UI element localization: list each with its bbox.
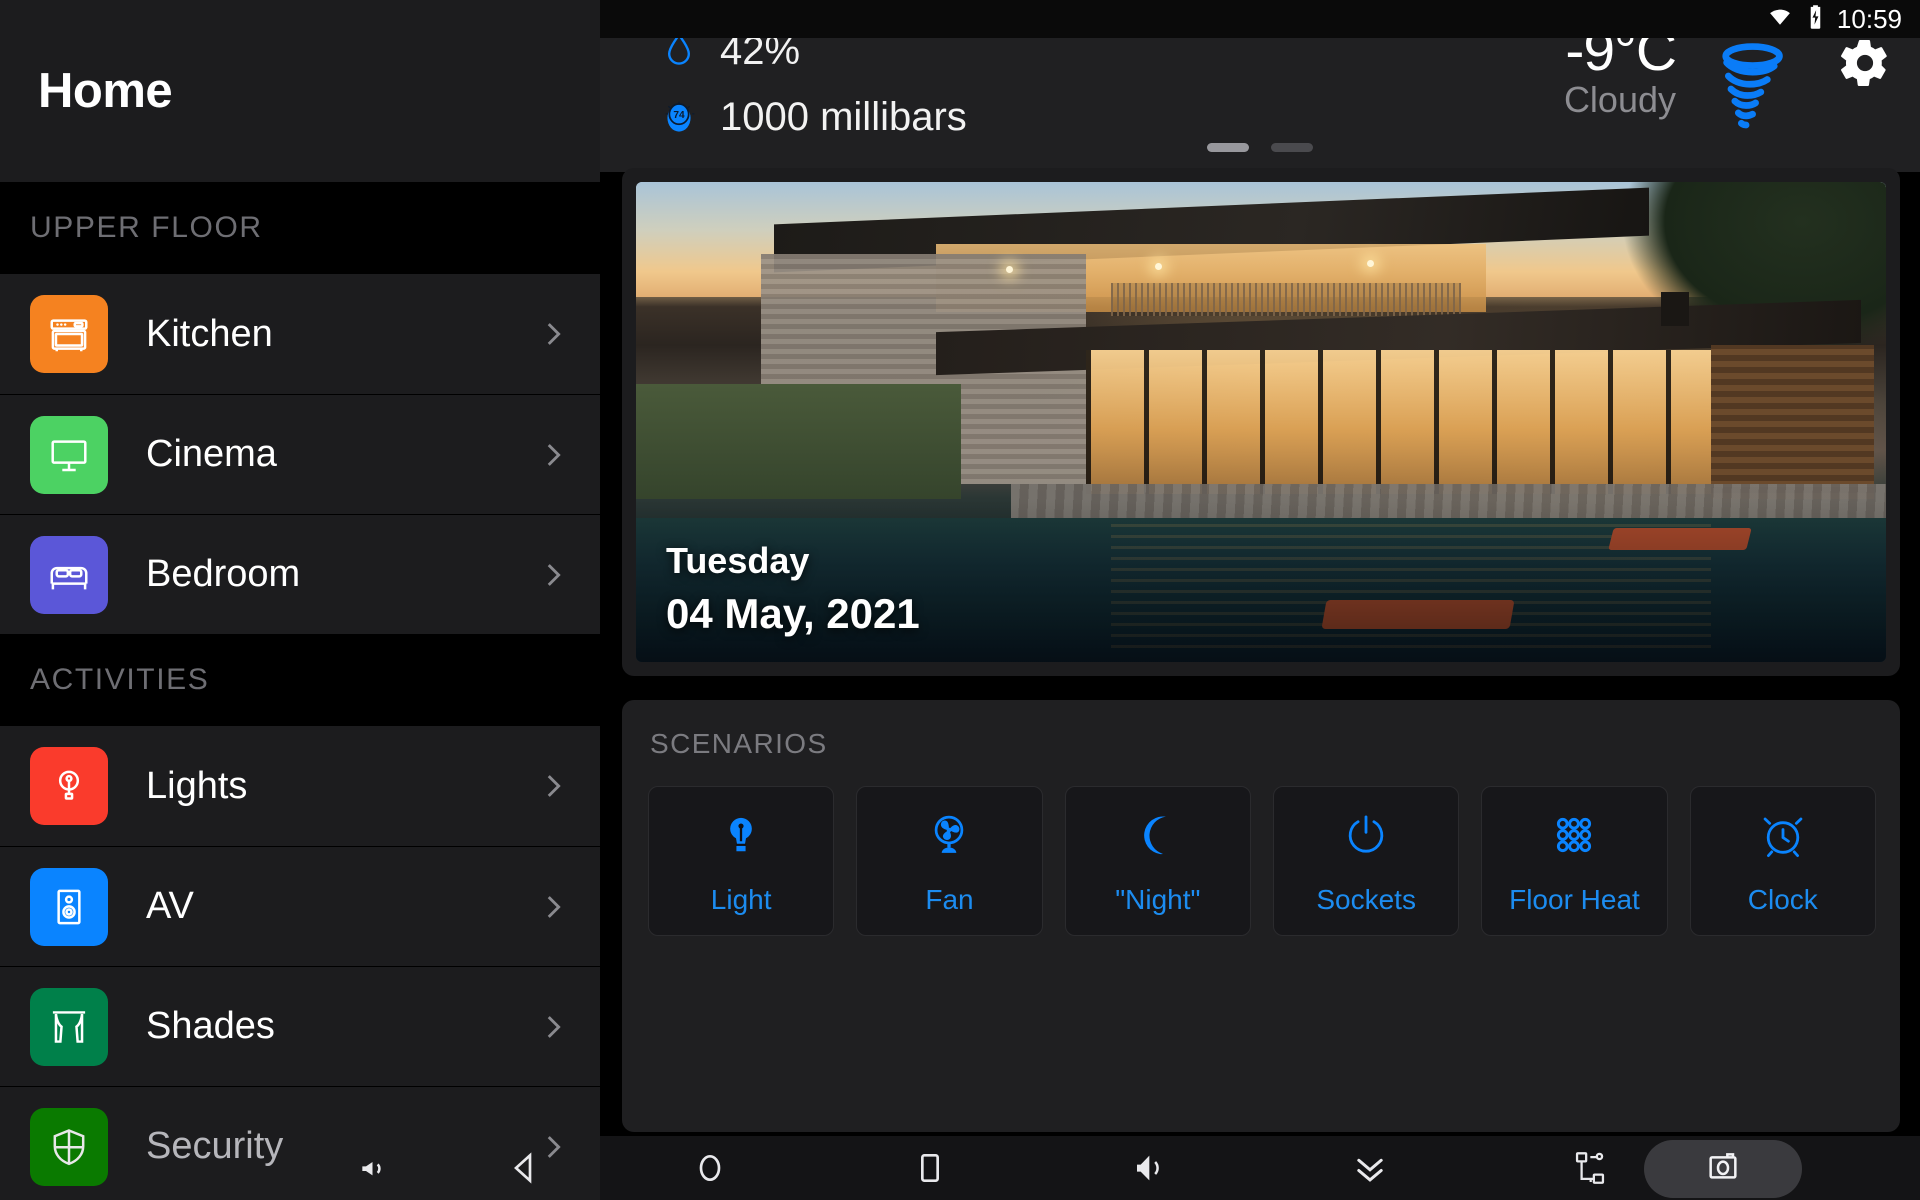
chevron-right-icon [536, 438, 570, 472]
battery-charging-icon [1807, 4, 1824, 35]
curtains-icon [30, 987, 108, 1066]
chevron-right-icon [536, 769, 570, 803]
status-bar-clock: 10:59 [1836, 3, 1902, 34]
back-button[interactable] [450, 1148, 600, 1188]
camera-icon [1701, 1147, 1745, 1192]
sidebar-item-cinema[interactable]: Cinema [0, 394, 600, 514]
bed-icon [30, 535, 108, 614]
tornado-icon [1690, 22, 1810, 138]
sidebar-item-label: Bedroom [146, 553, 301, 595]
alarm-clock-icon [1758, 806, 1808, 864]
home-circle-button[interactable] [600, 1136, 820, 1200]
speaker-icon [30, 867, 108, 946]
lightbulb-filled-icon [716, 806, 766, 864]
screenshot-button[interactable] [1644, 1140, 1802, 1198]
upper-balcony-rail [1111, 282, 1461, 317]
sidebar-item-label: Cinema [146, 433, 277, 475]
app-root: Home UPPER FLOOR Kitchen Cinema Bedroom … [0, 0, 1920, 1200]
sidebar-group-label-upper-floor: UPPER FLOOR [0, 182, 600, 274]
dot-grid-icon [1549, 806, 1599, 864]
crescent-moon-icon [1133, 806, 1183, 864]
pressure-value: 1000 millibars [720, 94, 967, 139]
volume-left-button[interactable] [300, 1148, 450, 1188]
ceiling-light [1154, 262, 1162, 270]
modern-house-pool-dusk-photo: Tuesday 04 May, 2021 [636, 182, 1886, 662]
ceiling-light [1367, 259, 1375, 267]
sidebar-header: Home [0, 0, 600, 182]
ceiling-light [1006, 266, 1013, 273]
scenario-label: "Night" [1115, 884, 1201, 915]
pressure-reading: 74 1000 millibars [660, 84, 1240, 150]
scenario-tile-light[interactable]: Light [648, 786, 835, 936]
scenario-label: Clock [1747, 884, 1818, 915]
weather-summary: -9°C Cloudy [1260, 22, 1920, 152]
scenario-label: Fan [925, 884, 974, 915]
stove-icon [30, 295, 108, 373]
chevron-right-icon [536, 1010, 570, 1044]
chevron-right-icon [536, 317, 570, 351]
condition-label: Cloudy [1563, 79, 1676, 121]
recents-square-button[interactable] [820, 1136, 1040, 1200]
barometer-icon-value: 74 [673, 110, 685, 121]
scenario-label: Light [710, 884, 772, 915]
collapse-button[interactable] [1260, 1136, 1480, 1200]
power-icon [1341, 806, 1391, 864]
hero-date-block: Tuesday 04 May, 2021 [666, 540, 920, 638]
chimney [1661, 292, 1689, 326]
lightbulb-icon [30, 747, 108, 825]
chevron-right-icon [536, 890, 570, 924]
android-status-bar: 10:59 [600, 0, 1920, 38]
page-dot-active[interactable] [1207, 143, 1249, 152]
barometer-icon: 74 [660, 95, 698, 139]
hero-card[interactable]: Tuesday 04 May, 2021 [622, 168, 1900, 676]
lawn [636, 383, 961, 499]
page-dot[interactable] [1271, 143, 1313, 152]
android-nav-left [0, 1136, 600, 1200]
sidebar-item-label: Shades [146, 1005, 275, 1047]
monitor-icon [30, 415, 108, 494]
sidebar-item-label: Lights [146, 764, 248, 807]
chevron-right-icon [536, 558, 570, 592]
scenario-tile-night[interactable]: "Night" [1064, 786, 1251, 936]
main-content: 42% 74 1000 millibars -9°C Cloudy 10:59 … [600, 0, 1920, 1200]
sidebar-group-label-activities: ACTIVITIES [0, 634, 600, 726]
wood-cladding [1711, 345, 1874, 499]
android-nav-bar [600, 1136, 1920, 1200]
sidebar-item-label: Kitchen [146, 312, 273, 355]
sidebar-item-shades[interactable]: Shades [0, 966, 600, 1086]
scenario-tile-clock[interactable]: Clock [1689, 786, 1876, 936]
sidebar-item-av[interactable]: AV [0, 846, 600, 966]
page-title: Home [38, 64, 173, 118]
scenario-tile-floor-heat[interactable]: Floor Heat [1481, 786, 1668, 936]
sidebar-item-lights[interactable]: Lights [0, 726, 600, 846]
volume-button[interactable] [1040, 1136, 1260, 1200]
scenarios-card: SCENARIOS Light Fan "Night" Sockets Floo… [622, 700, 1900, 1132]
sidebar-item-bedroom[interactable]: Bedroom [0, 514, 600, 634]
scenarios-grid: Light Fan "Night" Sockets Floor Heat Clo… [622, 760, 1900, 936]
hero-weekday: Tuesday [666, 540, 810, 581]
weather-page-dots[interactable] [600, 143, 1920, 152]
fan-icon [924, 806, 974, 864]
scenario-label: Sockets [1316, 884, 1416, 915]
sidebar-item-kitchen[interactable]: Kitchen [0, 274, 600, 394]
sidebar: Home UPPER FLOOR Kitchen Cinema Bedroom … [0, 0, 600, 1200]
hero-date: 04 May, 2021 [666, 590, 920, 637]
scenarios-title: SCENARIOS [650, 728, 828, 759]
scenario-tile-fan[interactable]: Fan [856, 786, 1043, 936]
window-mullions [1086, 350, 1736, 494]
scenario-tile-sockets[interactable]: Sockets [1272, 786, 1460, 936]
wifi-icon [1766, 6, 1794, 33]
scenario-label: Floor Heat [1509, 884, 1640, 915]
sidebar-item-label: AV [146, 885, 194, 927]
